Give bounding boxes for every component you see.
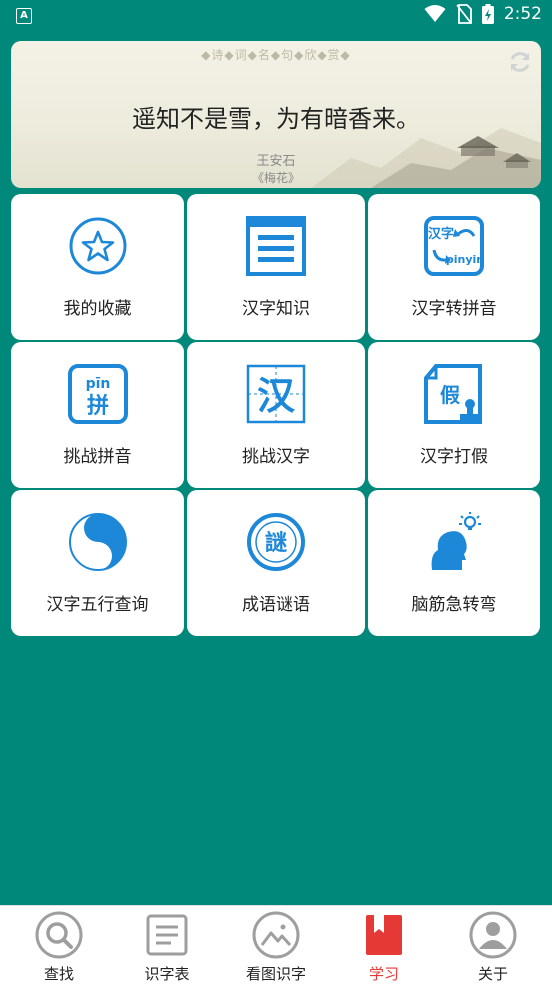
han-char-text: 汉 <box>257 374 296 418</box>
nav-label: 看图识字 <box>245 965 306 983</box>
poem-banner: ◆诗◆词◆名◆句◆欣◆赏◆ 遥知不是雪，为有暗香来。 王安石 《梅花》 <box>11 41 541 188</box>
tile-label: 汉字打假 <box>420 447 488 467</box>
pinyin-mini-text: pinyin <box>446 253 484 266</box>
search-icon <box>35 911 83 959</box>
tile-label: 挑战汉字 <box>242 447 310 467</box>
bookmark-book-icon <box>360 911 408 959</box>
hanzi-pinyin-icon: 汉字 pinyin <box>424 216 484 276</box>
tile-label: 汉字知识 <box>242 299 310 319</box>
app-notification-icon: A <box>16 8 32 24</box>
pin-char-text: 拼 <box>86 393 108 419</box>
star-circle-icon <box>68 216 128 276</box>
nav-search[interactable]: 查找 <box>4 906 114 984</box>
nav-label: 查找 <box>43 965 74 983</box>
tile-challenge-pinyin[interactable]: pīn 拼 挑战拼音 <box>11 342 184 488</box>
status-bar: A 2:52 <box>0 0 552 34</box>
tile-my-favorites[interactable]: 我的收藏 <box>11 194 184 340</box>
tile-hanzi-anti-fake[interactable]: 假 汉字打假 <box>368 342 540 488</box>
nav-label: 学习 <box>368 965 399 983</box>
battery-charging-icon <box>481 4 494 24</box>
tile-label: 汉字五行查询 <box>46 595 149 615</box>
tile-label: 汉字转拼音 <box>411 299 497 319</box>
tile-hanzi-to-pinyin[interactable]: 汉字 pinyin 汉字转拼音 <box>368 194 540 340</box>
user-icon <box>469 911 517 959</box>
banner-header: ◆诗◆词◆名◆句◆欣◆赏◆ <box>201 48 351 62</box>
nav-label: 识字表 <box>144 965 190 983</box>
image-icon <box>252 911 300 959</box>
han-character-icon: 汉 <box>246 364 306 424</box>
yin-yang-icon <box>68 512 128 572</box>
tile-brain-teasers[interactable]: 脑筋急转弯 <box>368 490 540 636</box>
nav-picture-literacy[interactable]: 看图识字 <box>221 906 331 984</box>
pin-mini-text: pīn <box>85 376 110 392</box>
nav-character-list[interactable]: 识字表 <box>112 906 222 984</box>
tile-hanzi-knowledge[interactable]: 汉字知识 <box>187 194 365 340</box>
poem-verse: 遥知不是雪，为有暗香来。 <box>132 105 420 133</box>
no-sim-icon <box>456 4 472 24</box>
tile-challenge-hanzi[interactable]: 汉 挑战汉字 <box>187 342 365 488</box>
pin-card-icon: pīn 拼 <box>67 364 128 424</box>
jia-char-text: 假 <box>440 383 461 407</box>
mi-char-text: 謎 <box>265 531 287 556</box>
poem-title: 《梅花》 <box>251 171 300 185</box>
refresh-icon[interactable] <box>507 49 533 75</box>
wifi-icon <box>424 5 446 22</box>
brain-idea-icon <box>424 512 484 572</box>
nav-label: 关于 <box>477 965 508 983</box>
tile-idiom-riddles[interactable]: 謎 成语谜语 <box>187 490 365 636</box>
bottom-navigation: 查找 识字表 看图识字 学习 关于 <box>0 905 552 984</box>
clock: 2:52 <box>503 4 542 24</box>
list-icon <box>143 911 191 959</box>
tile-label: 成语谜语 <box>242 595 310 615</box>
jia-stamp-icon: 假 <box>424 364 484 424</box>
nav-study[interactable]: 学习 <box>329 906 439 984</box>
tile-label: 脑筋急转弯 <box>411 595 497 615</box>
tile-five-elements[interactable]: 汉字五行查询 <box>11 490 184 636</box>
poem-author: 王安石 <box>256 154 296 169</box>
hanzi-mini-text: 汉字 <box>428 226 454 242</box>
nav-about[interactable]: 关于 <box>438 906 548 984</box>
riddle-seal-icon: 謎 <box>246 512 306 572</box>
tile-label: 我的收藏 <box>63 299 132 319</box>
tile-label: 挑战拼音 <box>63 447 132 467</box>
document-icon <box>246 216 306 276</box>
